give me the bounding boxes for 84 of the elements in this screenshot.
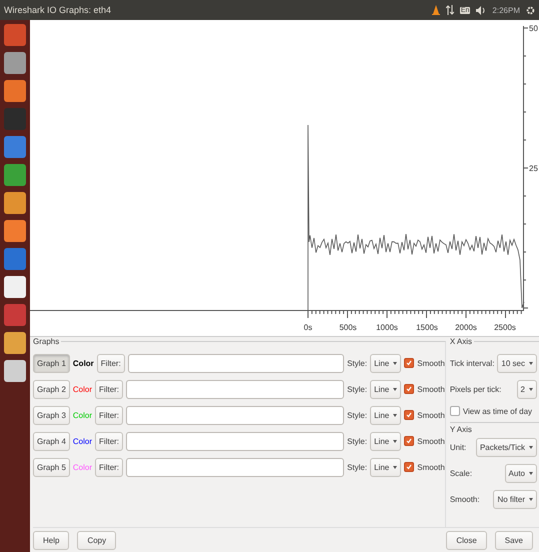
network-arrows-icon[interactable] [446, 5, 454, 15]
style-dropdown[interactable]: Line [370, 406, 402, 424]
filter-field[interactable] [126, 406, 344, 424]
checkbox[interactable] [404, 436, 414, 446]
group-title: Y Axis [450, 422, 539, 434]
x-tick-label: 1000s [376, 323, 398, 332]
filter-field[interactable] [126, 432, 344, 450]
traffic-cone-icon[interactable] [432, 5, 440, 15]
launcher-app-icon[interactable] [4, 304, 26, 326]
checkbox[interactable] [404, 462, 414, 472]
style-dropdown[interactable]: Line [370, 458, 402, 476]
speaker-icon[interactable] [476, 6, 486, 14]
launcher-app-icon[interactable] [4, 24, 26, 46]
x-tick-label: 2000s [455, 323, 477, 332]
launcher-app-icon[interactable] [4, 220, 26, 242]
style-dropdown[interactable]: Line [370, 432, 402, 450]
launcher-app-icon[interactable] [4, 164, 26, 186]
launcher-app-icon[interactable] [4, 332, 26, 354]
style-label: Style: [347, 358, 368, 368]
tick-interval-label: Tick interval: [450, 358, 494, 368]
graph-toggle-button[interactable]: Graph 3 [33, 406, 70, 424]
time-of-day-label: View as time of day [462, 406, 532, 416]
checkbox[interactable] [450, 406, 460, 416]
smooth-label: Smooth [417, 436, 445, 446]
style-dropdown[interactable]: Line [370, 380, 402, 398]
color-label[interactable]: Color [72, 384, 92, 394]
smooth-dropdown[interactable]: No filter [493, 490, 537, 508]
unit-label: Unit: [450, 442, 466, 452]
smooth-label: Smooth [417, 358, 445, 368]
tick-interval-dropdown[interactable]: 10 sec [497, 354, 537, 372]
filter-button[interactable]: Filter: [95, 458, 124, 476]
smooth-label: Smooth [417, 462, 445, 472]
launcher-app-icon[interactable] [4, 80, 26, 102]
scale-dropdown[interactable]: Auto [504, 464, 537, 482]
clock[interactable]: 2:26PM [492, 6, 520, 14]
color-label[interactable]: Color [72, 358, 94, 368]
filter-field[interactable] [126, 458, 344, 476]
filter-button[interactable]: Filter: [95, 432, 124, 450]
filter-button[interactable]: Filter: [95, 406, 124, 424]
dialog-button[interactable]: Save [494, 530, 533, 550]
launcher-app-icon[interactable] [4, 192, 26, 214]
filter-field[interactable] [126, 380, 344, 398]
group-title: Graphs [33, 337, 62, 346]
checkbox[interactable] [404, 410, 414, 420]
group-title: X Axis [450, 337, 474, 346]
smooth-label: Smooth [417, 410, 445, 420]
graph-toggle-button[interactable]: Graph 2 [33, 380, 70, 398]
graph-toggle-button[interactable]: Graph 5 [33, 458, 70, 476]
smooth-label: Smooth: [450, 494, 480, 504]
x-tick-label: 0s [304, 323, 312, 332]
checkbox[interactable] [404, 358, 414, 368]
filter-button[interactable]: Filter: [95, 380, 124, 398]
pixels-per-tick-dropdown[interactable]: 2 [516, 380, 537, 398]
style-dropdown[interactable]: Line [370, 354, 402, 372]
style-label: Style: [347, 436, 368, 446]
launcher-app-icon[interactable] [4, 276, 26, 298]
style-label: Style: [347, 462, 368, 472]
x-tick-label: 2500s [494, 323, 516, 332]
gear-icon[interactable] [526, 6, 535, 14]
smooth-label: Smooth [417, 384, 445, 394]
launcher-app-icon[interactable] [4, 136, 26, 158]
style-label: Style: [347, 384, 368, 394]
launcher-app-icon[interactable] [4, 248, 26, 270]
style-label: Style: [347, 410, 368, 420]
checkbox[interactable] [404, 384, 414, 394]
graph-toggle-button[interactable]: Graph 4 [33, 432, 70, 450]
dialog-button[interactable]: Copy [77, 530, 116, 550]
color-label[interactable]: Color [72, 436, 92, 446]
window-title: Wireshark IO Graphs: eth4 [4, 5, 112, 15]
y-tick-label: 25 [529, 164, 538, 173]
unit-dropdown[interactable]: Packets/Tick [476, 438, 537, 456]
x-tick-label: 500s [339, 323, 357, 332]
graph-toggle-button[interactable]: Graph 1 [33, 354, 70, 372]
launcher-app-icon[interactable] [4, 52, 26, 74]
launcher-app-icon[interactable] [4, 360, 26, 382]
scale-label: Scale: [450, 468, 472, 478]
dialog-button[interactable]: Close [446, 530, 487, 550]
dialog-button[interactable]: Help [33, 530, 70, 550]
y-tick-label: 50 [529, 24, 538, 33]
launcher-app-icon[interactable] [4, 108, 26, 130]
pixels-per-tick-label: Pixels per tick: [450, 384, 502, 394]
filter-field[interactable] [128, 354, 344, 372]
x-tick-label: 1500s [416, 323, 438, 332]
filter-button[interactable]: Filter: [96, 354, 125, 372]
